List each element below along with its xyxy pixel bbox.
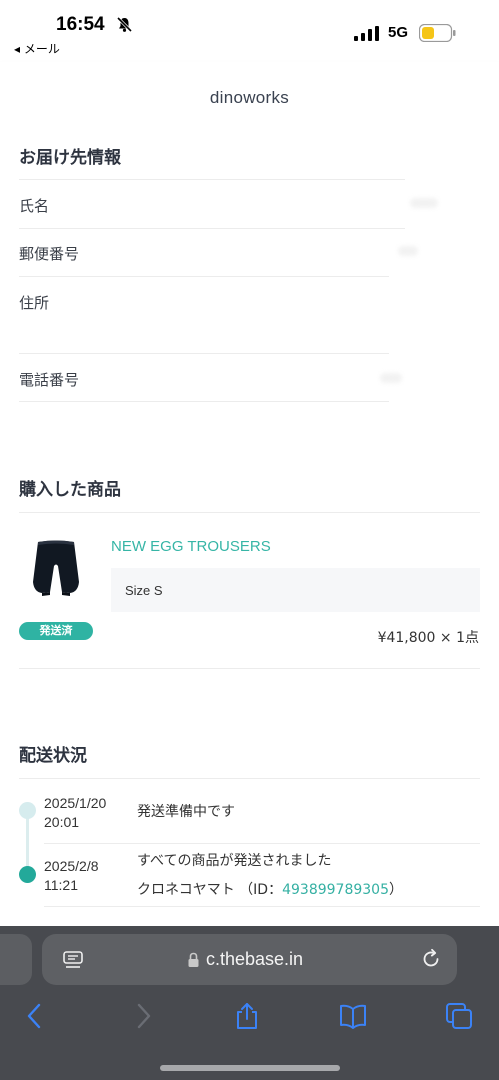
status-time: 16:54 — [56, 14, 105, 35]
tracking-number-link[interactable]: 493899789305 — [282, 882, 389, 898]
product-name-link[interactable]: NEW EGG TROUSERS — [111, 538, 271, 555]
back-to-mail-link[interactable]: ◂ メール — [14, 40, 60, 57]
page-menu-icon[interactable] — [62, 949, 84, 971]
delivery-status-title: 配送状況 — [19, 746, 87, 766]
purchased-items-title: 購入した商品 — [19, 480, 121, 500]
carrier-close: ） — [388, 882, 403, 898]
divider — [19, 276, 389, 277]
product-price: ¥41,800 × 1点 — [377, 630, 479, 646]
divider — [19, 179, 405, 180]
field-label-phone: 電話番号 — [19, 371, 80, 389]
event-text: すべての商品が発送されました — [137, 853, 332, 869]
redacted-value — [380, 373, 402, 383]
redacted-value — [398, 246, 418, 256]
address-bar[interactable]: c.thebase.in — [42, 934, 457, 985]
timeline-dot-active — [19, 866, 36, 883]
divider — [44, 906, 480, 907]
shipping-info-title: お届け先情報 — [19, 148, 121, 168]
divider — [19, 353, 389, 354]
lock-icon — [188, 952, 199, 967]
back-icon[interactable] — [20, 1001, 50, 1031]
home-indicator — [160, 1065, 340, 1071]
event-date: 2025/2/8 11:21 — [44, 857, 99, 895]
network-type: 5G — [388, 24, 409, 41]
event-date-time: 20:01 — [44, 814, 80, 830]
site-header: dinoworks — [0, 62, 499, 126]
product-size: Size S — [125, 583, 163, 598]
status-bar: 16:54 ◂ メール 5G — [0, 0, 499, 62]
divider — [19, 401, 389, 402]
divider — [19, 778, 480, 779]
timeline-line — [26, 812, 29, 872]
event-date-day: 2025/2/8 — [44, 858, 99, 874]
field-label-name: 氏名 — [19, 197, 50, 215]
share-icon[interactable] — [232, 1001, 262, 1031]
url-text[interactable]: c.thebase.in — [206, 949, 303, 970]
bell-muted-icon — [116, 16, 133, 33]
timeline-dot — [19, 802, 36, 819]
signal-icon — [354, 26, 379, 41]
site-title[interactable]: dinoworks — [0, 88, 499, 108]
browser-toolbar: c.thebase.in — [0, 926, 499, 1080]
bookmarks-icon[interactable] — [338, 1001, 368, 1031]
event-date-day: 2025/1/20 — [44, 795, 107, 811]
field-label-postal-code: 郵便番号 — [19, 245, 80, 263]
field-label-address: 住所 — [19, 294, 50, 312]
shipped-status-badge: 発送済 — [19, 622, 93, 640]
product-variant-box: Size S — [111, 568, 480, 612]
divider — [19, 228, 405, 229]
carrier-info: クロネコヤマト （ID：493899789305） — [137, 879, 403, 899]
tabs-icon[interactable] — [444, 1001, 474, 1031]
divider — [19, 512, 480, 513]
event-date-time: 11:21 — [44, 877, 78, 893]
divider — [19, 668, 480, 669]
forward-icon[interactable] — [128, 1001, 158, 1031]
carrier-name: クロネコヤマト （ID： — [137, 882, 283, 898]
divider — [44, 843, 480, 844]
product-thumbnail[interactable] — [32, 536, 80, 598]
event-text: 発送準備中です — [137, 804, 235, 820]
previous-tab-preview[interactable] — [0, 934, 32, 985]
reload-icon[interactable] — [420, 948, 442, 970]
battery-icon — [419, 24, 456, 42]
redacted-value — [410, 198, 438, 208]
event-date: 2025/1/20 20:01 — [44, 794, 106, 832]
